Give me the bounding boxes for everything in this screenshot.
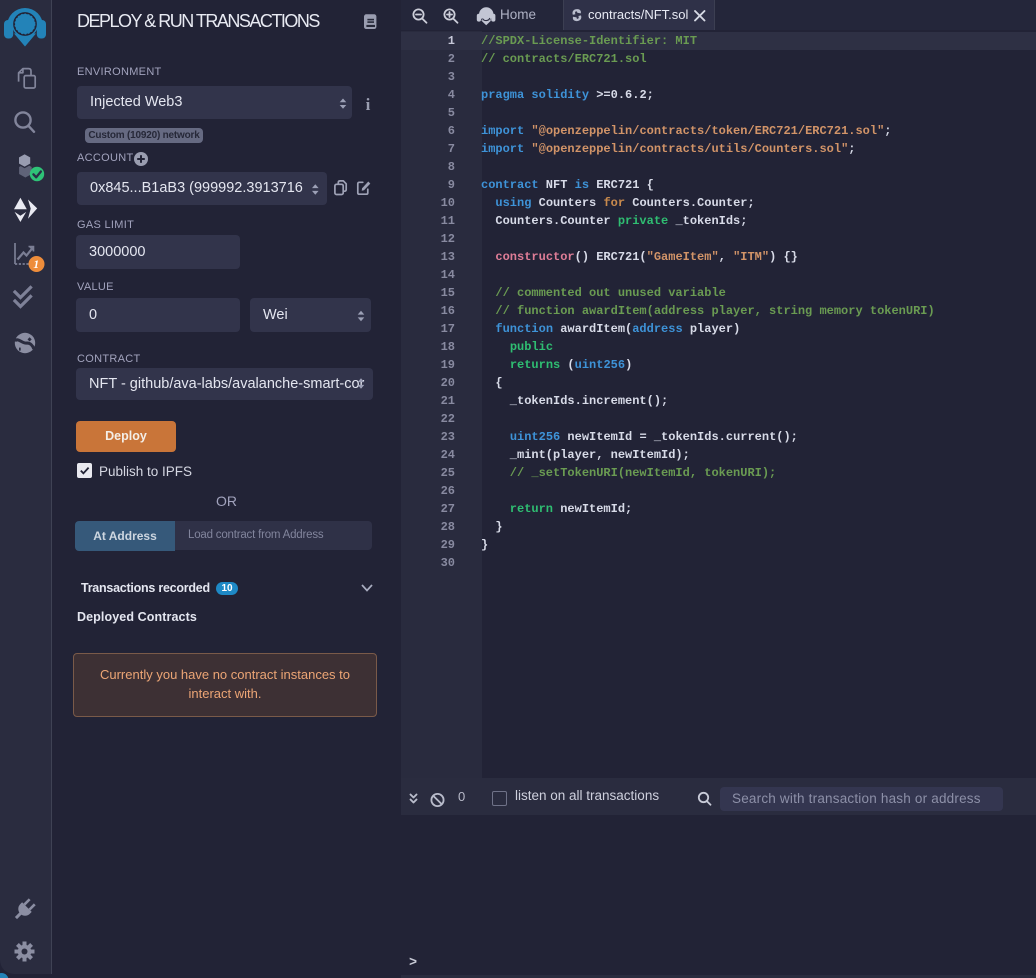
svg-text:1: 1 [33, 259, 39, 271]
svg-text:i: i [366, 95, 371, 114]
